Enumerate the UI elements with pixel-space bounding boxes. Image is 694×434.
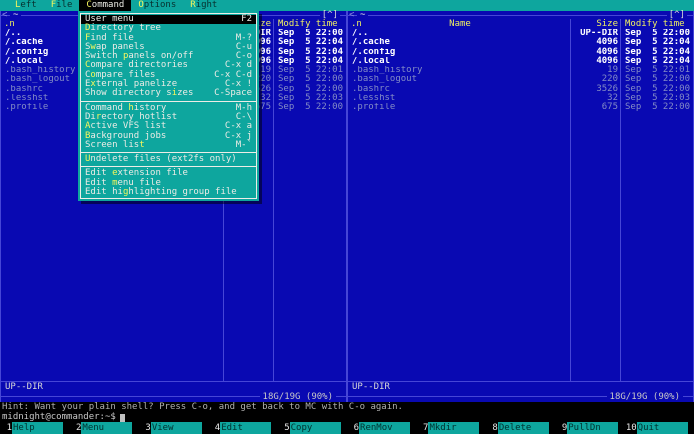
- menu-bar: Left File Command Options Right: [0, 0, 694, 11]
- history-up-icon[interactable]: [^]: [319, 11, 340, 20]
- fkey-view-button[interactable]: 3 View: [139, 422, 208, 434]
- function-key-bar: 1 Help 2 Menu 3 View 4 Edit 5 Copy 6 RenMov 7M…: [0, 422, 694, 434]
- column-separator: [273, 19, 274, 381]
- text-cursor: [119, 414, 125, 422]
- command-line[interactable]: midnight@commander:~$: [0, 412, 694, 422]
- fkey-edit-button[interactable]: 4 Edit: [208, 422, 277, 434]
- panel-right-file-list: /.. UP--DIR Sep 5 22:00 /.cache 4096 Sep 5 2…: [348, 29, 693, 381]
- menu-item-screen-list[interactable]: Screen lis t M-`: [81, 140, 256, 150]
- menu-separator: [81, 166, 256, 168]
- command-dropdown-menu: User menu F2 Directory tree Find file M-? …: [78, 11, 259, 202]
- fkey-quit-button[interactable]: 10 Quit: [625, 422, 694, 434]
- history-back-icon[interactable]: <: [349, 11, 354, 20]
- history-back-icon[interactable]: <: [2, 11, 7, 20]
- column-header-size[interactable]: Size: [572, 19, 621, 29]
- disk-usage: 18G/19G (90%): [259, 392, 336, 402]
- panel-right-mini-status: UP--DIR: [352, 382, 390, 392]
- column-separator: [620, 19, 621, 381]
- sort-indicator: .n: [4, 19, 15, 29]
- menubar-item-right[interactable]: Right: [183, 0, 224, 11]
- column-header-mtime[interactable]: Modify time: [274, 19, 346, 29]
- panel-right-top-border: < ~ [^]: [348, 11, 693, 20]
- panel-left-bottom-border: 18G/19G (90%): [1, 392, 346, 402]
- panel-right-header: .n Name Size Modify time: [348, 19, 693, 29]
- menubar-item-options[interactable]: Options: [131, 0, 183, 11]
- fkey-menu-button[interactable]: 2 Menu: [69, 422, 138, 434]
- fkey-renmov-button[interactable]: 6 RenMov: [347, 422, 416, 434]
- menu-separator: [81, 152, 256, 154]
- panel-right-bottom-border: 18G/19G (90%): [348, 392, 693, 402]
- fkey-mkdir-button[interactable]: 7 Mkdir: [416, 422, 485, 434]
- sort-indicator: .n: [351, 19, 362, 29]
- column-header-name[interactable]: .nName: [348, 19, 572, 29]
- menu-item-show-directory-sizes[interactable]: Show directory s i zes C-Space: [81, 89, 256, 99]
- panel-right: < ~ [^] .n Name Size Modify time /.. UP--D…: [347, 11, 694, 402]
- menu-item-edit-highlighting-group-file[interactable]: Edit hi g hlighting group file: [81, 187, 256, 197]
- menu-item-undelete-files[interactable]: Undelete files (ext2fs only): [81, 154, 256, 164]
- history-up-icon[interactable]: [^]: [666, 11, 687, 20]
- panel-left-mini-status: UP--DIR: [5, 382, 43, 392]
- disk-usage: 18G/19G (90%): [606, 392, 683, 402]
- file-row[interactable]: .profile 675 Sep 5 22:00: [348, 103, 693, 113]
- shell-prompt: midnight@commander:~$: [2, 412, 116, 422]
- fkey-copy-button[interactable]: 5 Copy: [278, 422, 347, 434]
- menu-separator: [81, 100, 256, 102]
- menubar-item-command[interactable]: Command: [79, 0, 132, 11]
- column-header-mtime[interactable]: Modify time: [621, 19, 693, 29]
- fkey-help-button[interactable]: 1 Help: [0, 422, 69, 434]
- fkey-pulldn-button[interactable]: 9 PullDn: [555, 422, 624, 434]
- panel-left-path: ~: [10, 11, 22, 20]
- column-separator: [570, 19, 571, 381]
- panel-right-path: ~: [357, 11, 369, 20]
- hint-line: Hint: Want your plain shell? Press C-o, …: [0, 402, 694, 412]
- mc-screen: Left File Command Options Right < ~ [^] …: [0, 0, 694, 434]
- fkey-delete-button[interactable]: 8 Delete: [486, 422, 555, 434]
- menubar-item-file[interactable]: File: [44, 0, 80, 11]
